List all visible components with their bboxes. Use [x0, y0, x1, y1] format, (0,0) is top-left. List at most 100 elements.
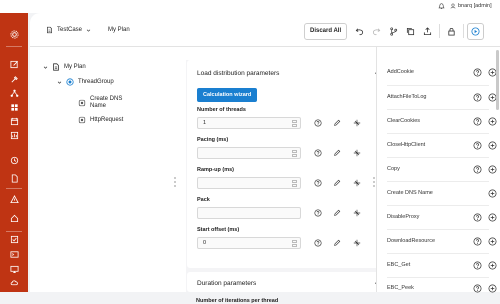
list-item-label: EBC_Peek	[387, 285, 414, 291]
add-icon[interactable]	[488, 237, 497, 246]
help-icon[interactable]	[473, 117, 482, 126]
add-icon[interactable]	[488, 189, 497, 198]
help-icon[interactable]	[473, 237, 482, 246]
load-distribution-card: Load distribution parameters Calculation…	[187, 60, 389, 268]
pin-icon[interactable]	[352, 179, 361, 188]
list-item[interactable]: EBC_Peek	[387, 282, 497, 294]
top-bar: bnarq [admin]	[0, 0, 500, 13]
start-offset-input[interactable]: 0	[197, 237, 301, 249]
bell-icon[interactable]	[438, 3, 445, 10]
copy-icon[interactable]	[402, 23, 419, 40]
threads-input[interactable]: 1	[197, 117, 301, 129]
field-actions	[313, 117, 361, 129]
export-icon[interactable]	[419, 23, 436, 40]
field-label: Start offset (ms)	[197, 227, 240, 233]
edit-icon[interactable]	[333, 239, 342, 248]
add-icon[interactable]	[488, 117, 497, 126]
history-icon[interactable]	[9, 155, 19, 165]
help-icon[interactable]	[473, 284, 482, 293]
help-icon[interactable]	[473, 68, 482, 77]
list-item[interactable]: DownloadResource	[387, 235, 497, 247]
add-icon[interactable]	[488, 261, 497, 270]
checkbox-icon[interactable]	[9, 234, 19, 244]
help-icon[interactable]	[313, 209, 322, 218]
help-icon[interactable]	[313, 149, 322, 158]
monitor-icon[interactable]	[9, 264, 19, 274]
pin-icon[interactable]	[352, 149, 361, 158]
help-icon[interactable]	[313, 119, 322, 128]
edit-icon[interactable]	[9, 59, 19, 69]
help-icon[interactable]	[473, 141, 482, 150]
list-item[interactable]: DisableProxy	[387, 211, 497, 223]
edit-icon[interactable]	[333, 209, 342, 218]
field-actions	[313, 237, 361, 249]
tree-node-create-dns[interactable]: Create DNS Name	[78, 96, 126, 110]
parameters-panel: Load distribution parameters Calculation…	[186, 60, 390, 292]
tools-icon[interactable]	[9, 74, 19, 84]
add-icon[interactable]	[488, 165, 497, 174]
tree-node-root[interactable]: My Plan	[42, 63, 86, 71]
terminal-icon[interactable]	[9, 249, 19, 259]
edit-icon[interactable]	[333, 149, 342, 158]
edit-icon[interactable]	[333, 179, 342, 188]
warning-icon[interactable]	[9, 194, 19, 204]
help-icon[interactable]	[313, 179, 322, 188]
card-title: Duration parameters	[197, 280, 257, 287]
pack-input[interactable]	[197, 207, 301, 219]
help-icon[interactable]	[473, 261, 482, 270]
redo-icon[interactable]	[368, 23, 385, 40]
list-item[interactable]: EBC_Get	[387, 259, 497, 271]
pin-icon[interactable]	[352, 119, 361, 128]
pacing-input[interactable]	[197, 147, 301, 159]
network-icon[interactable]	[9, 88, 19, 98]
pin-icon[interactable]	[352, 209, 361, 218]
add-icon[interactable]	[488, 284, 497, 293]
help-icon[interactable]	[313, 239, 322, 248]
calculation-wizard-button[interactable]: Calculation wizard	[197, 88, 258, 102]
list-item-label: DownloadResource	[387, 238, 435, 244]
action-list: AddCookie AttachFileToLog ClearCookies C…	[376, 47, 500, 292]
chevron-down-icon[interactable]	[42, 64, 48, 70]
list-item[interactable]: CloseHttpClient	[387, 139, 497, 151]
field-label: Ramp-up (ms)	[197, 167, 234, 173]
run-button[interactable]	[467, 22, 485, 40]
type-selector[interactable]: TestCase	[46, 26, 91, 34]
branch-icon[interactable]	[385, 23, 402, 40]
main-panel: TestCase My Plan Discard All My Plan Thr…	[30, 13, 500, 304]
chevron-down-icon[interactable]	[56, 79, 62, 85]
list-item-label: AddCookie	[387, 69, 414, 75]
list-item[interactable]: Create DNS Name	[387, 187, 497, 199]
user-menu[interactable]: bnarq [admin]	[450, 3, 492, 9]
field-label: Number of threads	[197, 107, 246, 113]
home-icon[interactable]	[9, 213, 19, 223]
help-icon[interactable]	[473, 93, 482, 102]
add-icon[interactable]	[488, 213, 497, 222]
add-icon[interactable]	[488, 141, 497, 150]
list-item[interactable]: AddCookie	[387, 66, 497, 78]
calendar-icon[interactable]	[9, 116, 19, 126]
settings-icon[interactable]	[9, 29, 19, 39]
edit-icon[interactable]	[333, 119, 342, 128]
chart-icon[interactable]	[9, 130, 19, 140]
step-icon	[78, 116, 86, 124]
tree-node-threadgroup[interactable]: ThreadGroup	[56, 78, 114, 86]
lock-icon[interactable]	[443, 23, 460, 40]
list-item[interactable]: AttachFileToLog	[387, 91, 497, 103]
scrollbar-thumb[interactable]	[496, 50, 499, 110]
list-item[interactable]: Copy	[387, 163, 497, 175]
tree-node-httprequest[interactable]: HttpRequest	[78, 116, 123, 124]
field-value: 1	[203, 120, 207, 126]
pin-icon[interactable]	[352, 239, 361, 248]
help-icon[interactable]	[473, 213, 482, 222]
file-icon[interactable]	[9, 173, 19, 183]
list-item[interactable]: ClearCookies	[387, 115, 497, 127]
module-icon[interactable]	[9, 102, 19, 112]
rampup-input[interactable]	[197, 177, 301, 189]
help-icon[interactable]	[473, 165, 482, 174]
resize-handle[interactable]	[174, 177, 176, 187]
resize-handle[interactable]	[373, 177, 375, 187]
undo-icon[interactable]	[351, 23, 368, 40]
cloud-icon[interactable]	[9, 277, 19, 287]
list-item-label: DisableProxy	[387, 214, 420, 220]
discard-all-button[interactable]: Discard All	[304, 22, 348, 40]
